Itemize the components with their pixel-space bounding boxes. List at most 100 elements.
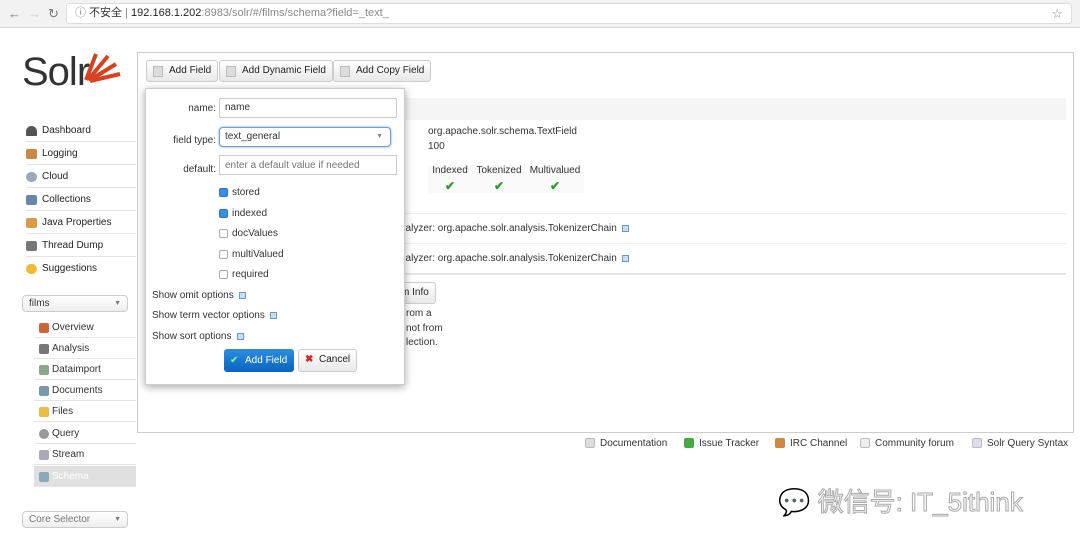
sidebar-item-label: Dashboard: [42, 125, 91, 136]
toggle-icon[interactable]: [238, 291, 246, 299]
core-item-query[interactable]: Query: [34, 423, 136, 444]
chevron-down-icon: ▼: [376, 133, 383, 140]
note-line: not from: [406, 322, 443, 334]
check-icon: ✔: [549, 179, 561, 193]
field-class: org.apache.solr.schema.TextField: [428, 126, 577, 137]
core-item-overview[interactable]: Overview: [34, 317, 136, 338]
core-item-dataimport[interactable]: Dataimport: [34, 359, 136, 380]
show-term-vector-options[interactable]: Show term vector options: [152, 310, 277, 321]
document-icon: [226, 66, 236, 77]
reload-icon[interactable]: ↻: [48, 6, 59, 22]
show-omit-options[interactable]: Show omit options: [152, 290, 246, 301]
toggle-icon[interactable]: [269, 311, 277, 319]
sidebar-item-label: Logging: [42, 148, 78, 159]
field-type-select[interactable]: text_general ▼: [219, 127, 391, 147]
checkbox[interactable]: [219, 188, 228, 197]
toggle-icon[interactable]: [621, 254, 629, 262]
address-bar[interactable]: ⓘ 不安全 | 192.168.1.202:8983/solr/#/films/…: [66, 3, 1072, 24]
checkbox[interactable]: [219, 270, 228, 279]
toggle-icon[interactable]: [621, 224, 629, 232]
add-field-button[interactable]: Add Field: [146, 60, 219, 82]
note-line: lection.: [406, 337, 438, 348]
button-label: Add Field: [169, 65, 212, 76]
copy-icon: [340, 66, 350, 77]
watermark-text: 微信号: IT_5ithink: [817, 487, 1023, 518]
core-selector[interactable]: Core Selector ▼: [22, 511, 128, 528]
checkbox-label: multiValued: [232, 249, 284, 260]
checkbox[interactable]: [219, 250, 228, 259]
cancel-button[interactable]: ✖ Cancel: [298, 349, 358, 372]
footer-documentation[interactable]: Documentation: [585, 438, 667, 449]
analyzer-text: nalyzer: org.apache.solr.analysis.Tokeni…: [400, 223, 617, 234]
core-selector-label: Core Selector: [29, 514, 91, 525]
required-checkbox[interactable]: required: [219, 269, 269, 280]
indexed-checkbox[interactable]: indexed: [219, 208, 267, 219]
toggle-icon[interactable]: [236, 332, 244, 340]
footer-link-label: Solr Query Syntax: [987, 438, 1069, 449]
syntax-icon: [972, 438, 982, 449]
check-icon: ✔: [230, 355, 239, 366]
button-label: Add Field: [245, 355, 288, 366]
footer-link-label: Issue Tracker: [699, 438, 760, 449]
field-header-bar: [398, 98, 1066, 120]
sidebar-item-label: Cloud: [42, 171, 69, 182]
sidebar-item-label: Thread Dump: [42, 240, 104, 251]
sidebar-item-suggestions[interactable]: Suggestions: [26, 258, 136, 280]
show-sort-options[interactable]: Show sort options: [152, 331, 244, 342]
sidebar-item-collections[interactable]: Collections: [26, 189, 136, 211]
sidebar-item-logging[interactable]: Logging: [26, 143, 136, 165]
bug-icon: [684, 438, 694, 449]
sidebar-item-label: Suggestions: [42, 263, 98, 274]
footer-solr-query-syntax[interactable]: Solr Query Syntax: [972, 438, 1068, 449]
wechat-icon: 💬: [777, 487, 811, 518]
core-item-stream[interactable]: Stream: [34, 444, 136, 465]
sidebar-item-thread-dump[interactable]: Thread Dump: [26, 235, 136, 257]
back-icon[interactable]: ←: [8, 6, 21, 21]
core-item-documents[interactable]: Documents: [34, 380, 136, 401]
footer-community-forum[interactable]: Community forum: [860, 438, 954, 449]
checkbox[interactable]: [219, 229, 228, 238]
document-icon: [153, 66, 163, 77]
footer-link-label: Documentation: [600, 438, 668, 449]
sidebar-item-java-properties[interactable]: Java Properties: [26, 212, 136, 234]
docvalues-checkbox[interactable]: docValues: [219, 228, 278, 239]
checkbox[interactable]: [219, 209, 228, 218]
button-label: Add Dynamic Field: [242, 65, 326, 76]
core-select[interactable]: films ▼: [22, 295, 128, 312]
mail-icon: [860, 438, 870, 449]
footer-link-label: Community forum: [875, 438, 954, 449]
default-input[interactable]: [219, 155, 397, 175]
button-label: Cancel: [319, 354, 351, 365]
stored-checkbox[interactable]: stored: [219, 187, 260, 198]
footer-irc-channel[interactable]: IRC Channel: [775, 438, 847, 449]
default-label: default:: [183, 164, 216, 175]
chevron-down-icon: ▼: [114, 516, 121, 523]
core-item-schema[interactable]: Schema: [34, 466, 136, 487]
core-item-files[interactable]: Files: [34, 401, 136, 422]
position-increment: 100: [428, 141, 445, 152]
checkbox-label: stored: [232, 187, 260, 198]
solr-logo[interactable]: Solr: [22, 50, 90, 95]
flags-table: Indexed Tokenized Multivalued ✔ ✔ ✔: [428, 165, 584, 193]
submit-add-field-button[interactable]: ✔ Add Field: [224, 349, 294, 372]
core-item-analysis[interactable]: Analysis: [34, 338, 136, 359]
add-copy-field-button[interactable]: Add Copy Field: [333, 60, 432, 82]
close-icon: ✖: [305, 354, 314, 365]
add-dynamic-field-button[interactable]: Add Dynamic Field: [219, 60, 333, 82]
button-label: Add Copy Field: [356, 65, 425, 76]
note-line: rom a: [406, 308, 432, 319]
info-icon[interactable]: ⓘ: [75, 7, 86, 19]
forward-icon[interactable]: →: [28, 6, 41, 21]
bookmark-star-icon[interactable]: ☆: [1051, 4, 1063, 23]
multivalued-checkbox[interactable]: multiValued: [219, 249, 284, 260]
sidebar-item-cloud[interactable]: Cloud: [26, 166, 136, 188]
footer-link-label: IRC Channel: [790, 438, 848, 449]
flag-multivalued: Multivalued: [529, 165, 581, 176]
sidebar-item-label: Java Properties: [42, 217, 112, 228]
name-input[interactable]: name: [219, 98, 397, 118]
core-item-label: Schema: [52, 471, 89, 482]
toggle-label: Show term vector options: [152, 310, 265, 321]
footer-issue-tracker[interactable]: Issue Tracker: [684, 438, 759, 449]
sidebar-item-dashboard[interactable]: Dashboard: [26, 120, 136, 142]
url-host: 192.168.1.202: [131, 7, 202, 19]
